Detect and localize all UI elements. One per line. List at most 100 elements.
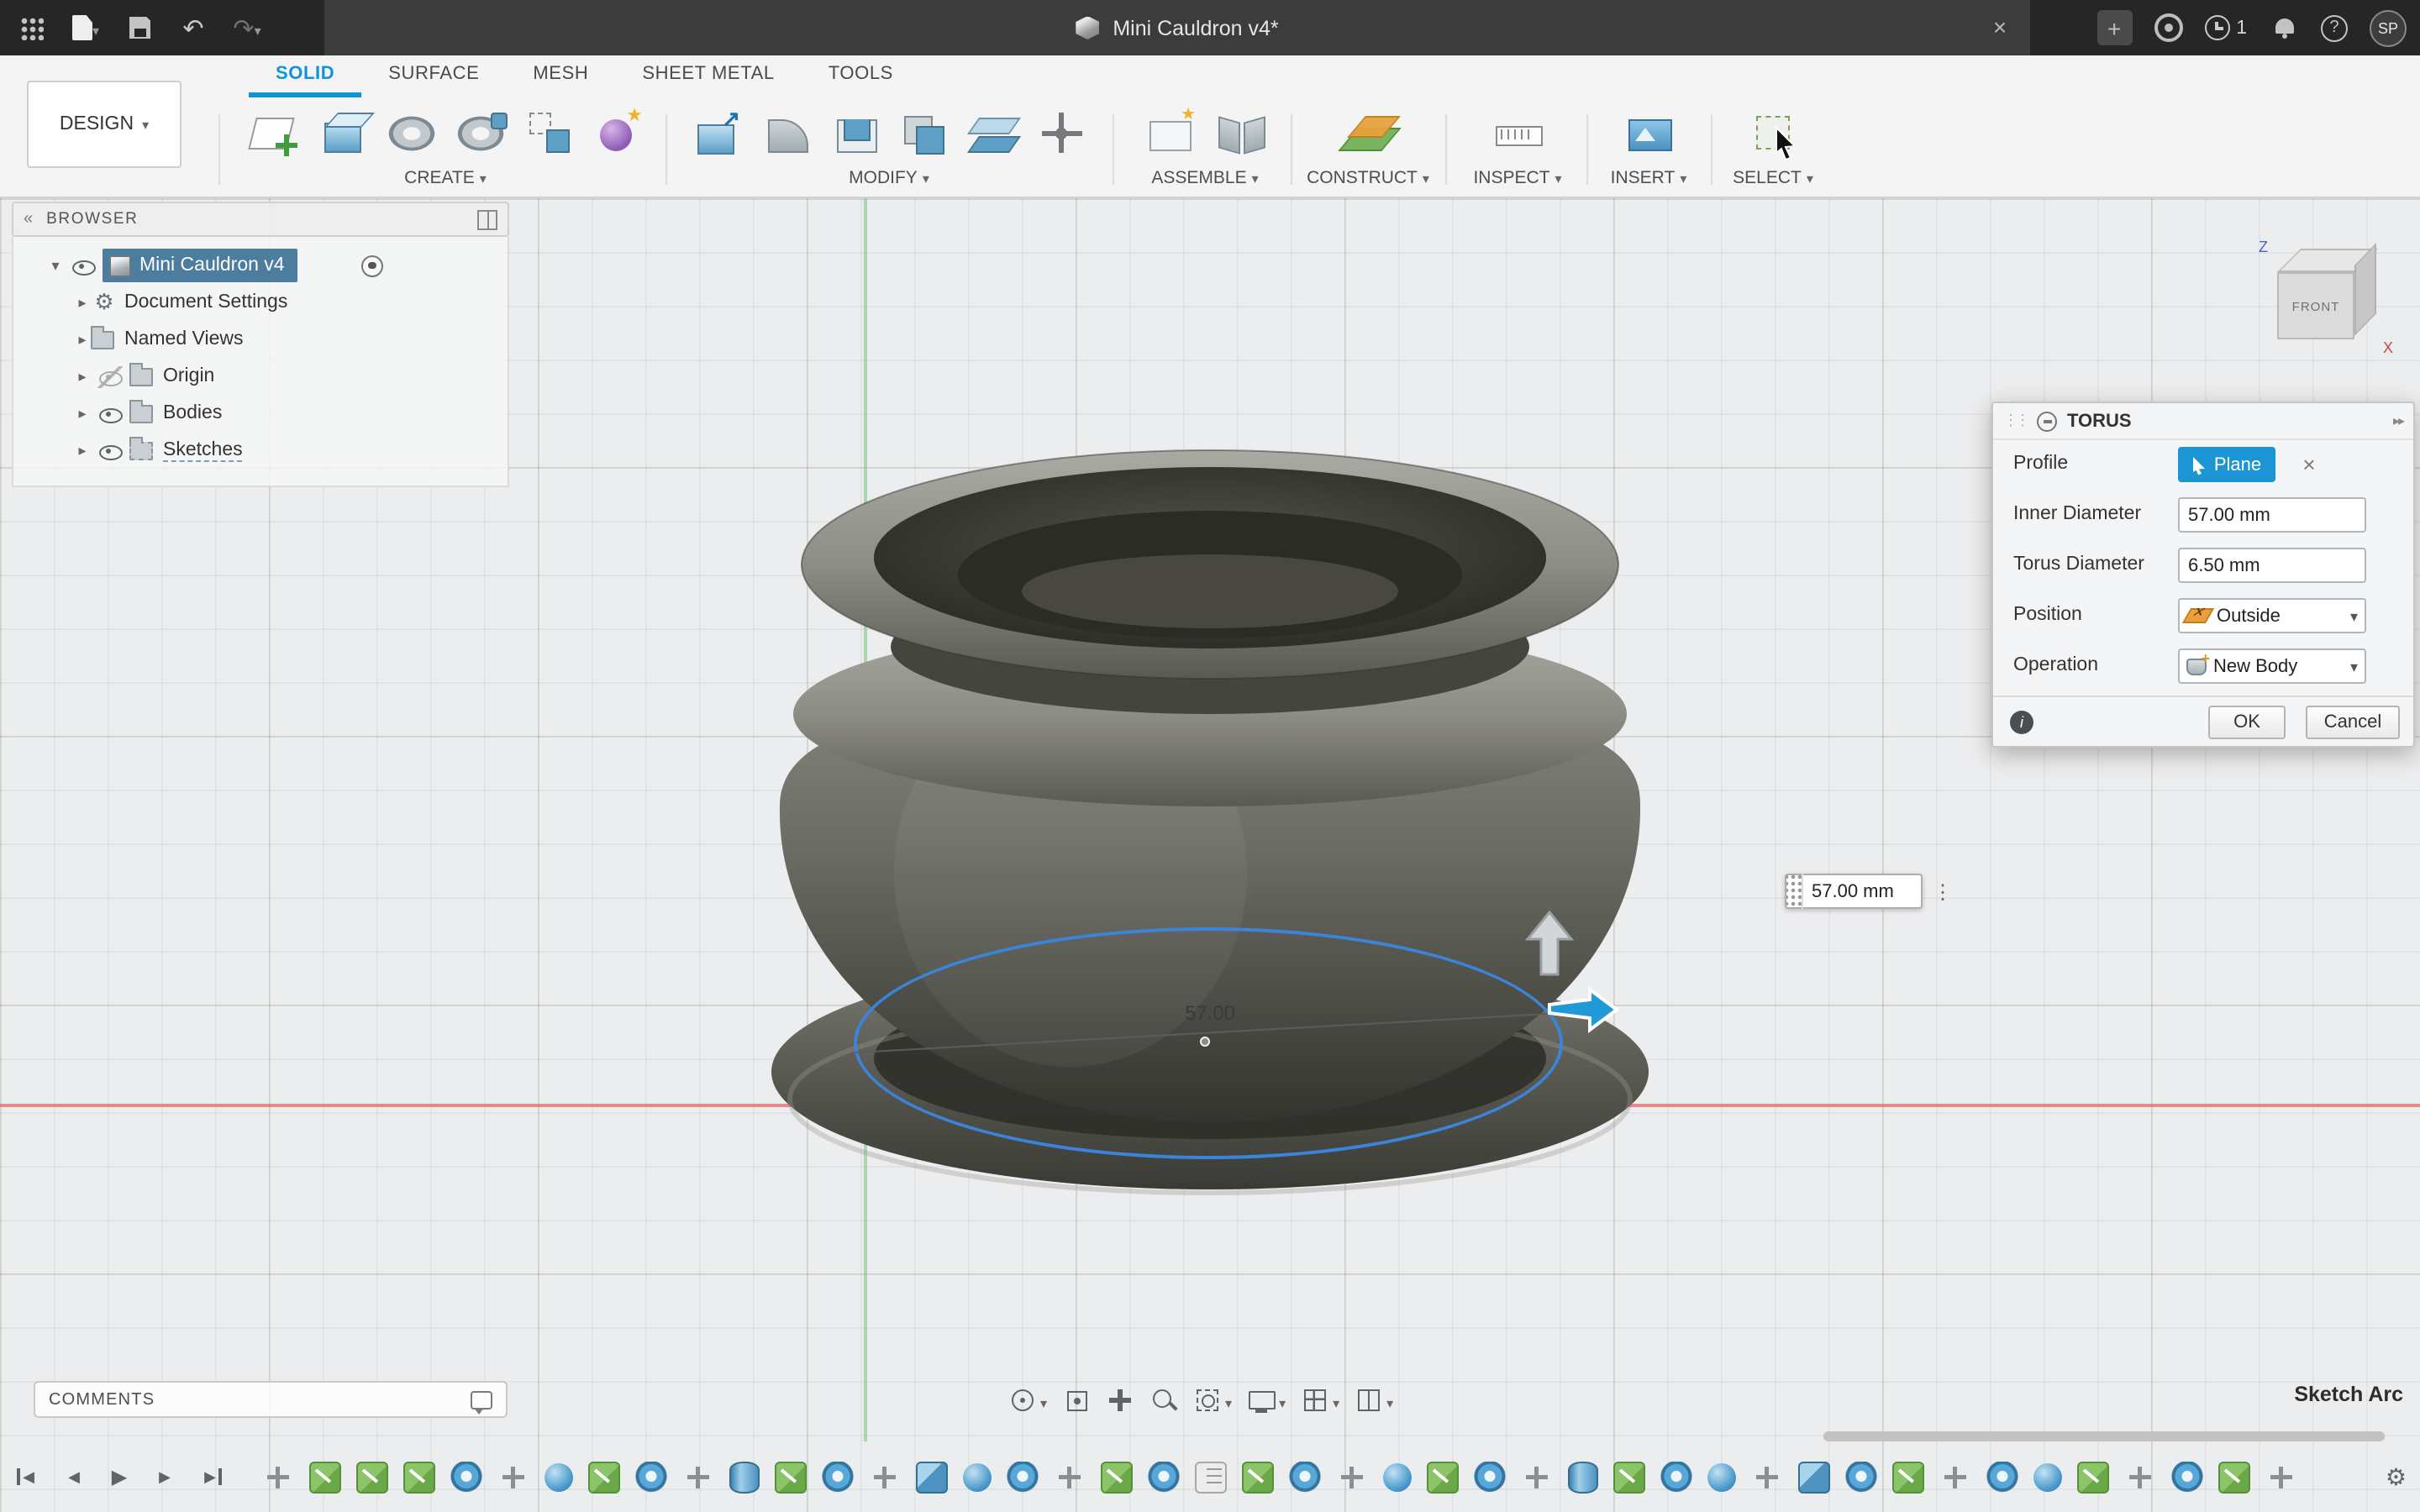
- insert-menu-button[interactable]: INSERT: [1611, 168, 1687, 188]
- timeline-torus-feature-icon[interactable]: [1289, 1461, 1321, 1493]
- timeline-move-feature-icon[interactable]: [262, 1461, 294, 1493]
- timeline-sketch-feature-icon[interactable]: [2218, 1461, 2250, 1493]
- measure-icon[interactable]: [1491, 106, 1544, 160]
- step-back-button[interactable]: [59, 1462, 89, 1492]
- user-avatar[interactable]: SP: [2370, 9, 2407, 46]
- sketches-visibility-icon[interactable]: [97, 439, 123, 461]
- timeline-sketch-feature-icon[interactable]: [1242, 1461, 1274, 1493]
- tab-solid[interactable]: SOLID: [249, 55, 362, 97]
- press-pull-icon[interactable]: [690, 106, 744, 160]
- timeline-move-feature-icon[interactable]: [1336, 1461, 1368, 1493]
- timeline-torus-feature-icon[interactable]: [635, 1461, 667, 1493]
- box-icon[interactable]: [315, 106, 369, 160]
- nav-zoom-button[interactable]: [1150, 1386, 1178, 1415]
- nav-display-settings-button[interactable]: [1247, 1385, 1286, 1415]
- timeline-sphere-feature-icon[interactable]: [963, 1462, 992, 1491]
- browser-item-named-views[interactable]: Named Views: [13, 321, 508, 358]
- activate-component-radio[interactable]: [361, 255, 383, 276]
- root-visibility-icon[interactable]: [71, 255, 96, 276]
- tab-sheet-metal[interactable]: SHEET METAL: [615, 55, 801, 97]
- create-form-icon[interactable]: [591, 104, 644, 160]
- sweep-icon[interactable]: [453, 106, 507, 160]
- collapse-dialog-icon[interactable]: [2037, 411, 2057, 431]
- tab-tools[interactable]: TOOLS: [802, 55, 920, 97]
- expand-icon[interactable]: [74, 330, 91, 349]
- inspect-menu-button[interactable]: INSPECT: [1473, 168, 1561, 188]
- timeline-move-feature-icon[interactable]: [2124, 1461, 2156, 1493]
- timeline-doc-feature-icon[interactable]: [1195, 1461, 1227, 1493]
- dimension-options-button[interactable]: [1929, 874, 1956, 909]
- timeline-move-feature-icon[interactable]: [497, 1461, 529, 1493]
- notifications-button[interactable]: [2269, 13, 2299, 43]
- new-tab-button[interactable]: [2096, 10, 2133, 45]
- bodies-visibility-icon[interactable]: [97, 402, 123, 424]
- operation-select[interactable]: New Body: [2178, 648, 2366, 684]
- timeline-cylinder-feature-icon[interactable]: [1568, 1461, 1598, 1493]
- dimension-label[interactable]: 57.00: [1156, 1001, 1264, 1025]
- shell-icon[interactable]: [828, 106, 881, 160]
- up-arrow-manipulator[interactable]: [1521, 907, 1578, 981]
- input-drag-handle[interactable]: [1786, 874, 1803, 909]
- assemble-menu-button[interactable]: ASSEMBLE: [1151, 168, 1258, 188]
- fillet-icon[interactable]: [759, 106, 813, 160]
- browser-item-bodies[interactable]: Bodies: [13, 395, 508, 432]
- add-comment-icon[interactable]: [471, 1390, 492, 1414]
- browser-item-sketches[interactable]: Sketches: [13, 432, 508, 469]
- expand-icon[interactable]: [74, 441, 91, 459]
- insert-canvas-icon[interactable]: [1622, 106, 1676, 160]
- timeline-sphere-feature-icon[interactable]: [544, 1462, 573, 1491]
- timeline-settings-icon[interactable]: [2386, 1462, 2407, 1491]
- help-button[interactable]: [2321, 14, 2348, 41]
- timeline-move-feature-icon[interactable]: [2265, 1461, 2297, 1493]
- timeline-sketch-feature-icon[interactable]: [588, 1461, 620, 1493]
- expand-icon[interactable]: [74, 367, 91, 386]
- viewcube-front-face[interactable]: FRONT: [2277, 272, 2354, 339]
- construct-menu-button[interactable]: CONSTRUCT: [1307, 168, 1429, 188]
- expand-icon[interactable]: [74, 404, 91, 423]
- timeline-torus-feature-icon[interactable]: [1660, 1461, 1692, 1493]
- tab-mesh[interactable]: MESH: [506, 55, 615, 97]
- play-button[interactable]: [104, 1462, 134, 1492]
- timeline-torus-feature-icon[interactable]: [1845, 1461, 1877, 1493]
- comments-bar[interactable]: COMMENTS: [34, 1381, 508, 1418]
- timeline-cylinder-feature-icon[interactable]: [729, 1461, 760, 1493]
- nav-orbit-button[interactable]: [1008, 1385, 1047, 1415]
- timeline-sketch-feature-icon[interactable]: [1427, 1461, 1459, 1493]
- timeline-move-feature-icon[interactable]: [1939, 1461, 1971, 1493]
- clear-selection-icon[interactable]: [2292, 447, 2326, 482]
- undo-button[interactable]: [178, 13, 208, 43]
- select-menu-button[interactable]: SELECT: [1733, 168, 1813, 188]
- timeline-sketch-feature-icon[interactable]: [1892, 1461, 1924, 1493]
- expand-dialog-icon[interactable]: [2393, 413, 2403, 428]
- timeline-sketch-feature-icon[interactable]: [775, 1461, 807, 1493]
- new-component-icon[interactable]: [1144, 106, 1197, 160]
- timeline-torus-feature-icon[interactable]: [450, 1461, 482, 1493]
- dialog-header[interactable]: TORUS: [1993, 403, 2413, 440]
- timeline-move-feature-icon[interactable]: [869, 1461, 901, 1493]
- expand-icon[interactable]: [74, 293, 91, 312]
- close-document-button[interactable]: [1986, 13, 2013, 40]
- tab-surface[interactable]: SURFACE: [361, 55, 506, 97]
- collapse-browser-icon[interactable]: [24, 210, 33, 228]
- timeline-box-feature-icon[interactable]: [916, 1461, 948, 1493]
- go-to-start-button[interactable]: [13, 1462, 44, 1492]
- split-body-icon[interactable]: [965, 106, 1019, 160]
- modify-menu-button[interactable]: MODIFY: [849, 168, 929, 188]
- select-window-icon[interactable]: [1746, 106, 1800, 160]
- timeline-torus-feature-icon[interactable]: [822, 1461, 854, 1493]
- move-copy-icon[interactable]: [1034, 106, 1088, 160]
- construction-plane-icon[interactable]: [1341, 106, 1395, 160]
- ok-button[interactable]: OK: [2208, 706, 2286, 739]
- timeline-torus-feature-icon[interactable]: [1986, 1461, 2018, 1493]
- timeline-scrollbar[interactable]: [1823, 1431, 2385, 1441]
- browser-item-document-settings[interactable]: Document Settings: [13, 284, 508, 321]
- timeline-move-feature-icon[interactable]: [1521, 1461, 1553, 1493]
- step-forward-button[interactable]: [150, 1462, 180, 1492]
- workspace-selector[interactable]: DESIGN: [27, 81, 182, 168]
- timeline-sketch-feature-icon[interactable]: [309, 1461, 341, 1493]
- timeline-sketch-feature-icon[interactable]: [356, 1461, 388, 1493]
- nav-layout-grid-button[interactable]: [1301, 1385, 1339, 1415]
- right-arrow-manipulator[interactable]: [1543, 984, 1623, 1035]
- inner-diameter-input[interactable]: 57.00 mm: [2178, 497, 2366, 533]
- expand-root-icon[interactable]: [47, 256, 64, 275]
